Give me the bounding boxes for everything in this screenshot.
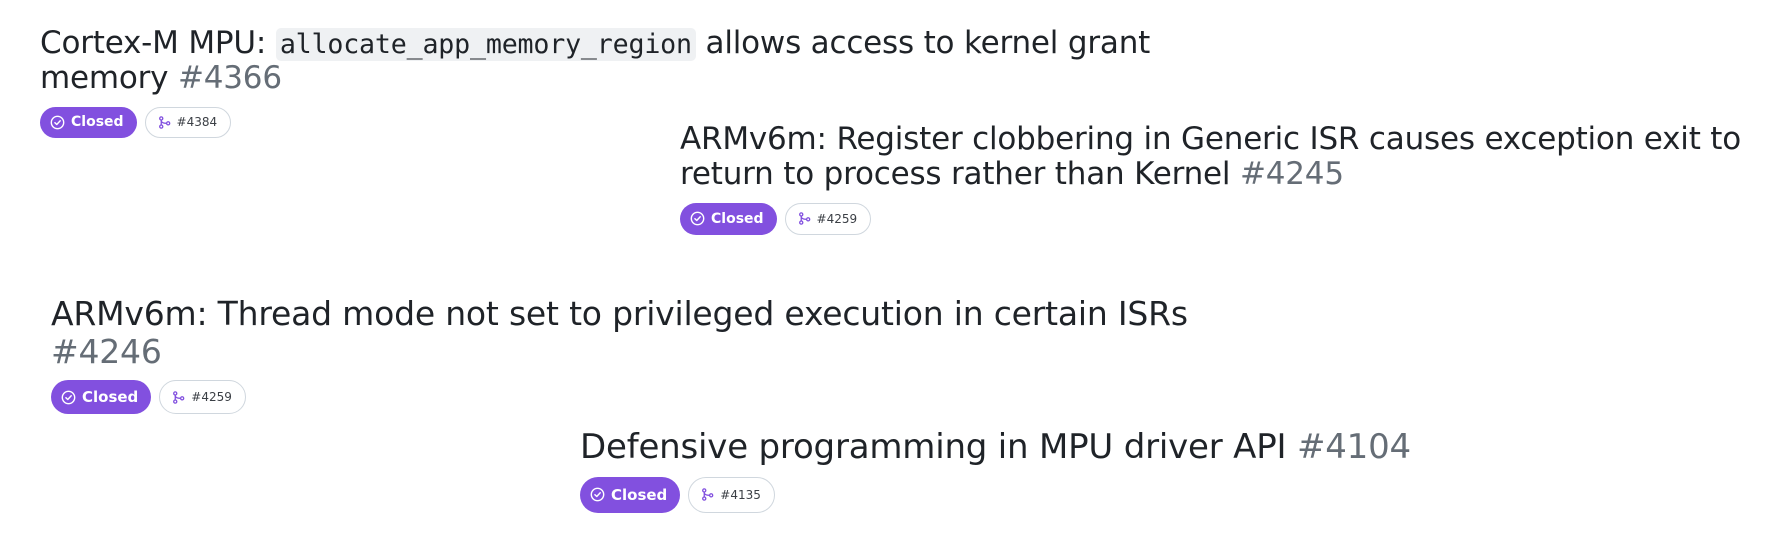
status-badge: Closed	[680, 202, 777, 235]
linked-pr-number: #4135	[720, 487, 761, 502]
status-badge: Closed	[40, 106, 137, 138]
issue-title-text: ARMv6m: Register clobbering in Generic I…	[680, 121, 1742, 193]
issue-card: ARMv6m: Thread mode not set to privilege…	[51, 295, 1211, 415]
linked-pr-link[interactable]: #4259	[159, 380, 246, 415]
git-merge-icon	[158, 115, 170, 129]
issue-number: #4245	[1239, 156, 1344, 193]
issue-title-text: Defensive programming in MPU driver API	[580, 427, 1287, 467]
check-circle-icon	[690, 211, 705, 226]
issue-number: #4104	[1296, 427, 1411, 467]
issue-title-code: allocate_app_memory_region	[275, 28, 696, 61]
linked-pr-number: #4259	[816, 211, 858, 226]
issue-title[interactable]: ARMv6m: Thread mode not set to privilege…	[51, 295, 1211, 370]
issue-badges: Closed #4135	[580, 476, 1680, 513]
issue-badges: Closed #4259	[680, 202, 1775, 235]
issue-card: Defensive programming in MPU driver API …	[580, 428, 1680, 513]
issue-title[interactable]: Cortex-M MPU: allocate_app_memory_region…	[40, 25, 1200, 97]
issue-title-text: Cortex-M MPU:	[40, 25, 276, 61]
issue-card: ARMv6m: Register clobbering in Generic I…	[680, 121, 1775, 235]
check-circle-icon	[61, 390, 76, 405]
linked-pr-number: #4259	[191, 390, 232, 405]
status-label: Closed	[611, 485, 668, 504]
git-merge-icon	[798, 212, 810, 225]
issue-title[interactable]: ARMv6m: Register clobbering in Generic I…	[680, 121, 1775, 193]
status-label: Closed	[711, 210, 764, 227]
status-badge: Closed	[580, 476, 681, 513]
issue-number: #4246	[51, 331, 162, 371]
git-merge-icon	[173, 390, 185, 404]
issue-title-text: ARMv6m: Thread mode not set to privilege…	[51, 294, 1188, 333]
git-merge-icon	[702, 488, 714, 502]
check-circle-icon	[50, 115, 65, 130]
linked-pr-link[interactable]: #4384	[144, 106, 232, 138]
issue-badges: Closed #4259	[51, 380, 1211, 415]
linked-pr-link[interactable]: #4259	[784, 202, 872, 235]
status-badge: Closed	[51, 380, 152, 415]
check-circle-icon	[590, 487, 605, 502]
linked-pr-number: #4384	[176, 115, 218, 130]
issue-title[interactable]: Defensive programming in MPU driver API …	[580, 428, 1680, 467]
status-label: Closed	[71, 114, 124, 131]
status-label: Closed	[82, 388, 139, 407]
issue-number: #4366	[177, 60, 282, 97]
linked-pr-link[interactable]: #4135	[688, 476, 775, 513]
